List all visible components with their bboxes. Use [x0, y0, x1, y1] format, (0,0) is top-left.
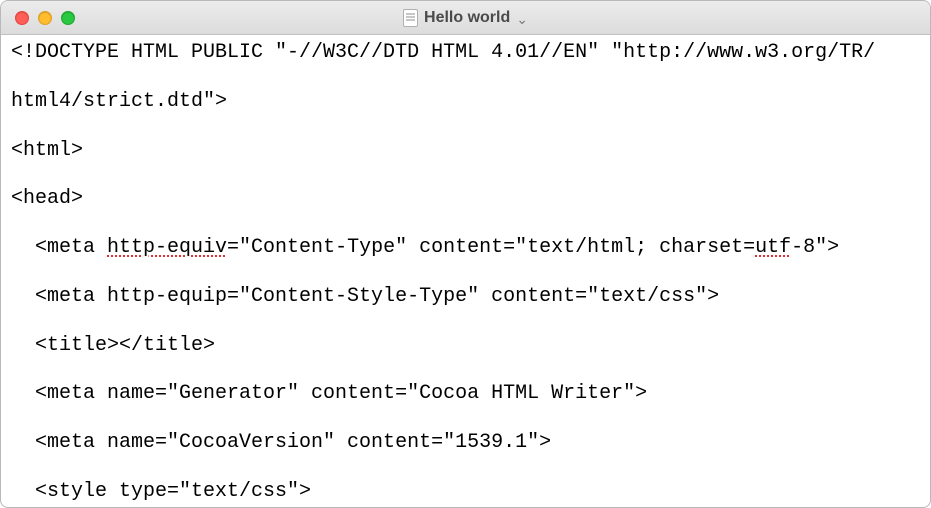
code-line[interactable]: <meta http-equip="Content-Style-Type" co…	[11, 285, 922, 309]
spellcheck-flag[interactable]: http-equiv	[107, 236, 227, 259]
window-title[interactable]: Hello world	[424, 9, 510, 27]
minimize-button[interactable]	[38, 11, 52, 25]
document-icon[interactable]	[403, 9, 418, 27]
code-line[interactable]: <!DOCTYPE HTML PUBLIC "-//W3C//DTD HTML …	[11, 41, 922, 65]
titlebar[interactable]: Hello world ⌄	[1, 1, 930, 35]
code-editor[interactable]: <!DOCTYPE HTML PUBLIC "-//W3C//DTD HTML …	[1, 35, 930, 507]
code-line[interactable]: <head>	[11, 187, 922, 211]
code-text[interactable]: <style type="text/css">	[11, 480, 311, 503]
chevron-down-icon[interactable]: ⌄	[516, 12, 528, 26]
code-text[interactable]: <title></title>	[11, 334, 215, 357]
code-text[interactable]: <meta http-equip="Content-Style-Type" co…	[11, 285, 719, 308]
spellcheck-flag[interactable]: utf	[755, 236, 791, 259]
code-line[interactable]: <title></title>	[11, 334, 922, 358]
code-text[interactable]: <!DOCTYPE HTML PUBLIC "-//W3C//DTD HTML …	[11, 41, 875, 64]
code-line[interactable]: <meta name="Generator" content="Cocoa HT…	[11, 382, 922, 406]
traffic-lights	[1, 11, 75, 25]
code-text[interactable]: html4/strict.dtd">	[11, 90, 227, 113]
code-line[interactable]: html4/strict.dtd">	[11, 90, 922, 114]
code-text[interactable]: <html>	[11, 139, 83, 162]
code-text[interactable]: <meta	[11, 236, 107, 259]
code-line[interactable]: <meta name="CocoaVersion" content="1539.…	[11, 431, 922, 455]
title-center: Hello world ⌄	[1, 9, 930, 27]
app-window: Hello world ⌄ <!DOCTYPE HTML PUBLIC "-//…	[0, 0, 931, 508]
code-text[interactable]: <head>	[11, 187, 83, 210]
code-line[interactable]: <style type="text/css">	[11, 480, 922, 504]
zoom-button[interactable]	[61, 11, 75, 25]
close-button[interactable]	[15, 11, 29, 25]
code-text[interactable]: <meta name="Generator" content="Cocoa HT…	[11, 382, 647, 405]
code-text[interactable]: <meta name="CocoaVersion" content="1539.…	[11, 431, 551, 454]
code-line[interactable]: <meta http-equiv="Content-Type" content=…	[11, 236, 922, 260]
code-text[interactable]: ="Content-Type" content="text/html; char…	[227, 236, 755, 259]
code-line[interactable]: <html>	[11, 139, 922, 163]
code-text[interactable]: -8">	[791, 236, 839, 259]
